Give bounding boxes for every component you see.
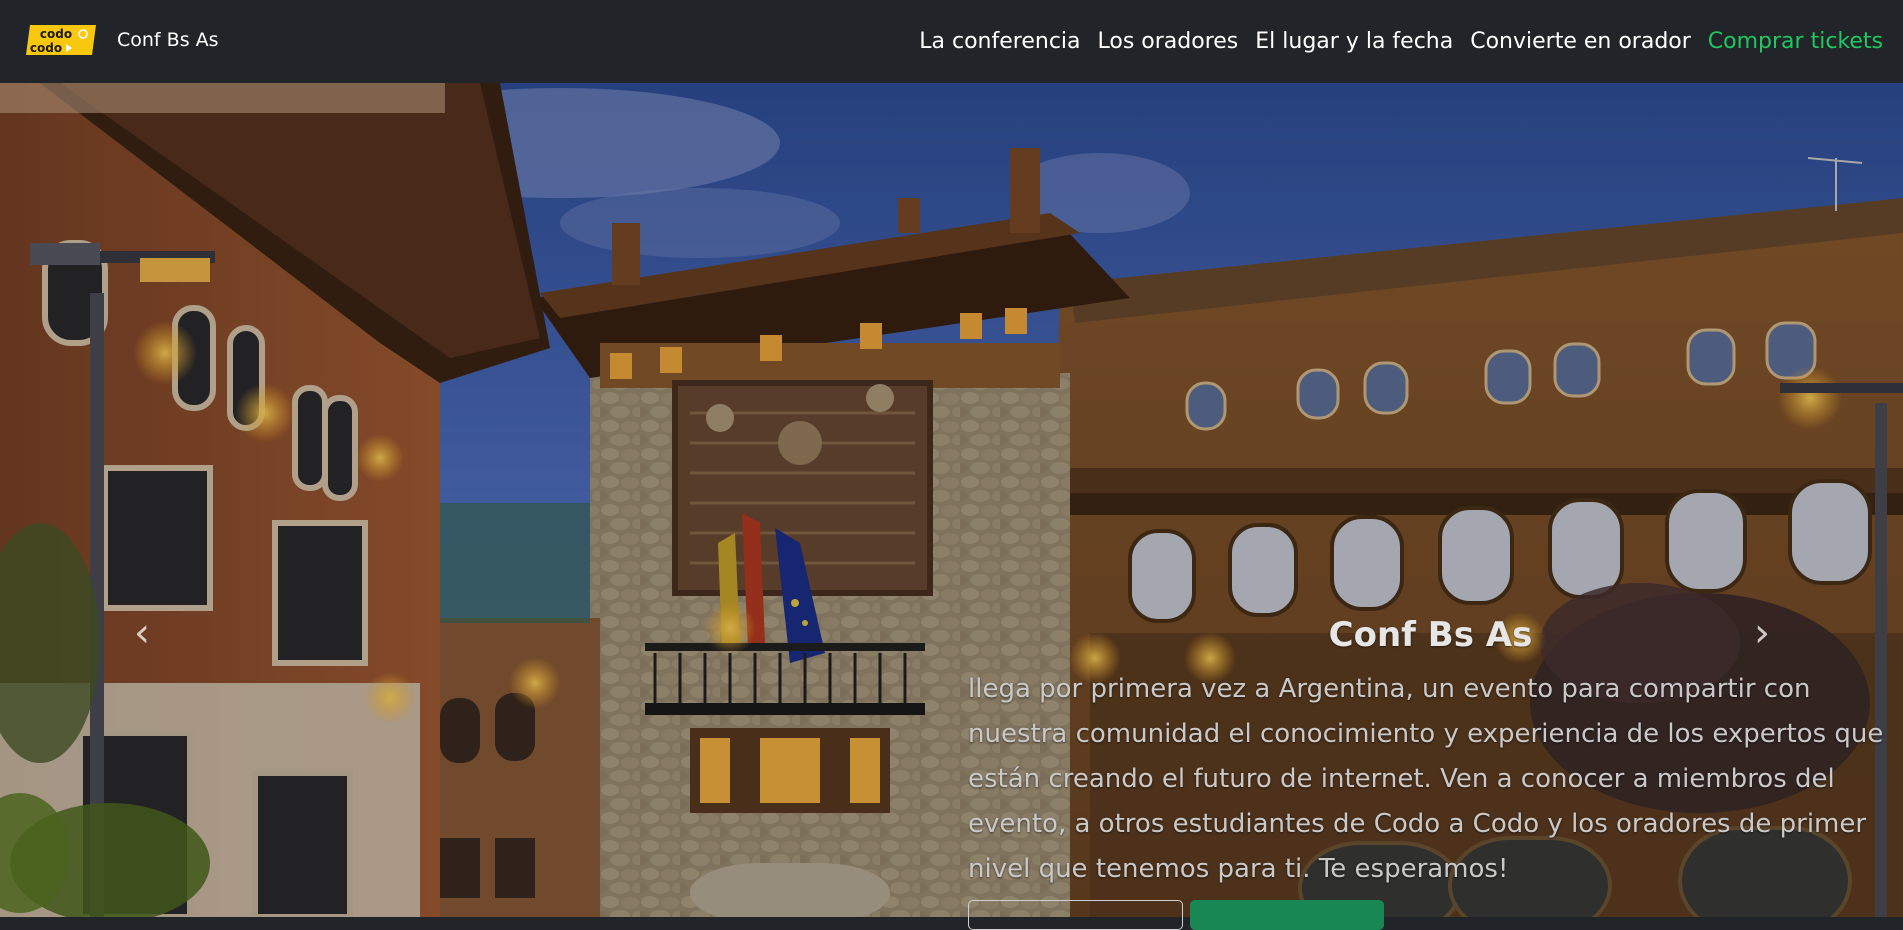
nav-link-convierte-en-orador[interactable]: Convierte en orador bbox=[1470, 29, 1691, 54]
svg-text:codo: codo bbox=[40, 27, 72, 41]
svg-text:codo: codo bbox=[30, 41, 62, 55]
hero-description: llega por primera vez a Argentina, un ev… bbox=[968, 674, 1884, 884]
carousel-prev-button[interactable]: ‹ bbox=[122, 603, 162, 663]
hero-title: Conf Bs As bbox=[1328, 615, 1533, 655]
hero-caption: Conf Bs As llega por primera vez a Argen… bbox=[968, 615, 1903, 892]
main-nav: La conferencia Los oradores El lugar y l… bbox=[902, 0, 1883, 83]
codo-a-codo-logo: codo codo bbox=[26, 23, 96, 57]
nav-link-los-oradores[interactable]: Los oradores bbox=[1098, 29, 1239, 54]
hero-carousel: ‹ › Conf Bs As llega por primera vez a A… bbox=[0, 83, 1903, 917]
brand-name: Conf Bs As bbox=[117, 29, 219, 51]
hero-buy-button[interactable] bbox=[1190, 900, 1384, 930]
navbar: codo codo Conf Bs As La conferencia Los … bbox=[0, 0, 1903, 83]
nav-link-comprar-tickets[interactable]: Comprar tickets bbox=[1708, 29, 1883, 54]
nav-link-la-conferencia[interactable]: La conferencia bbox=[919, 29, 1080, 54]
brand-link[interactable]: codo codo Conf Bs As bbox=[26, 23, 219, 57]
nav-link-el-lugar-y-la-fecha[interactable]: El lugar y la fecha bbox=[1255, 29, 1453, 54]
chevron-left-icon: ‹ bbox=[134, 610, 150, 656]
hero-outline-button[interactable] bbox=[968, 900, 1183, 930]
